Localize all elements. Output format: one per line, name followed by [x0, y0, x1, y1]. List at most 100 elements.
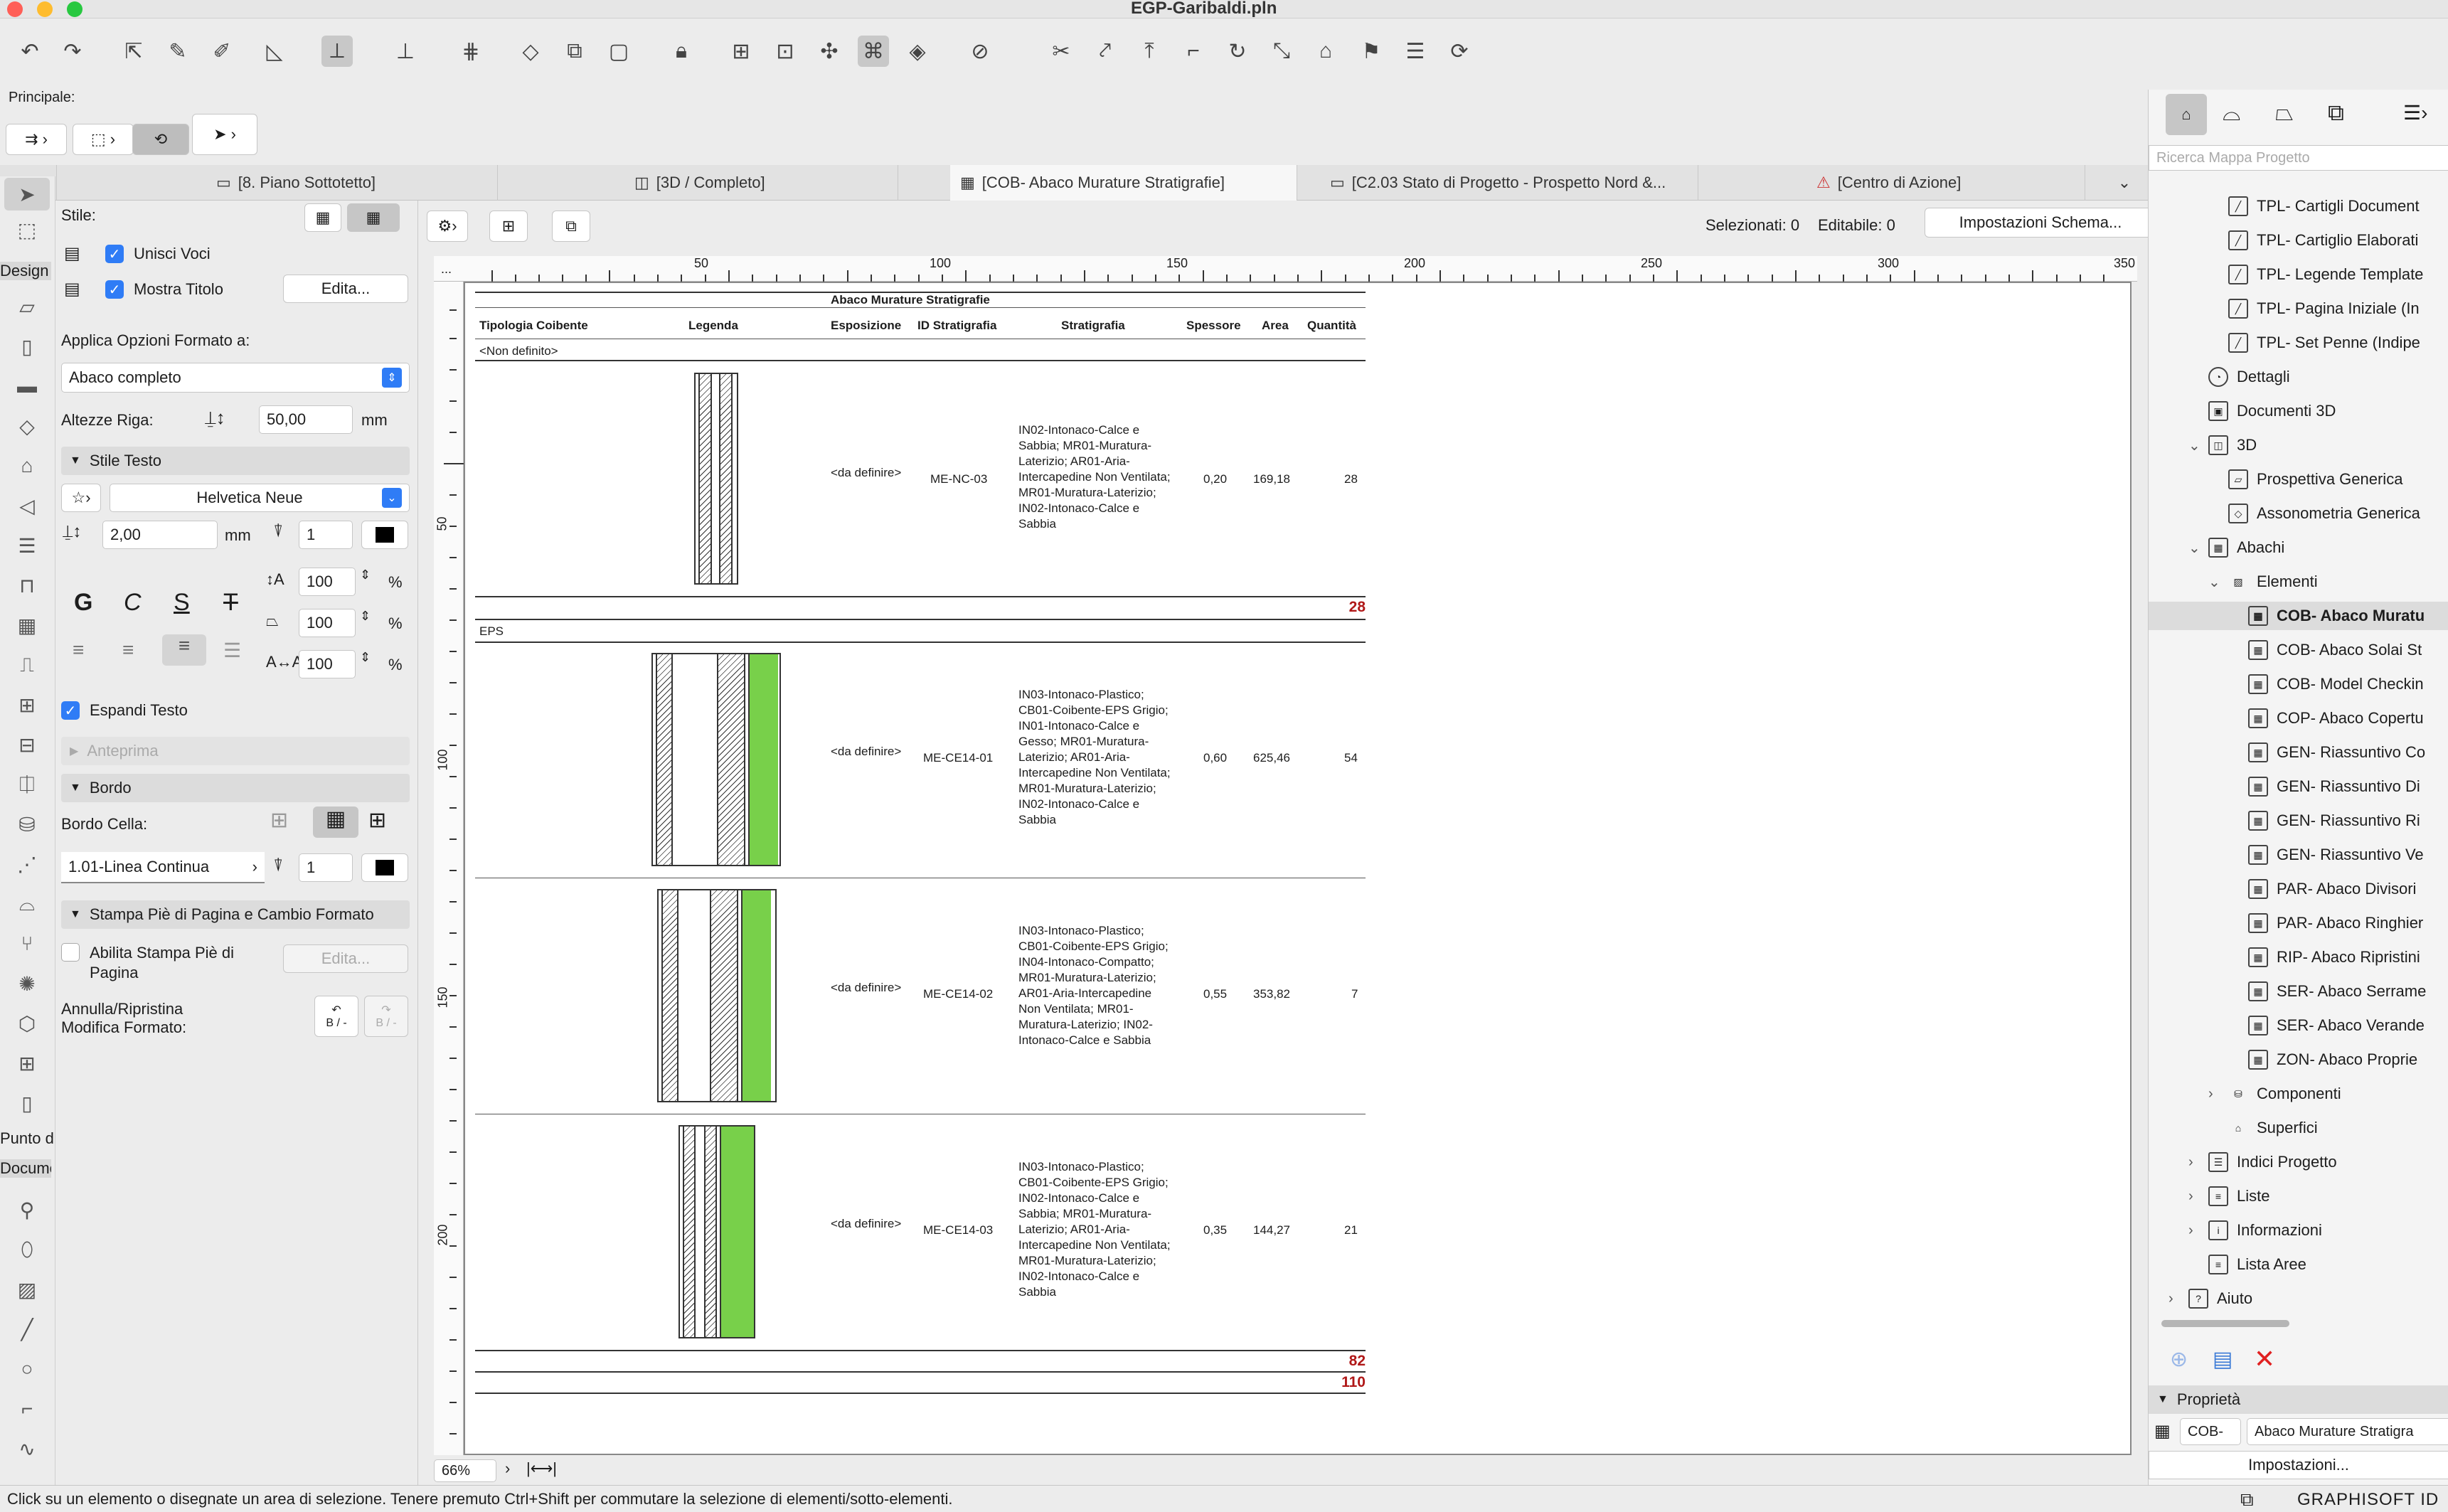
tree-folder[interactable]: › ⛁ Componenti [2208, 1080, 2341, 1108]
table-cell[interactable]: IN02-Intonaco-Calce e Sabbia; MR01-Murat… [1018, 422, 1175, 532]
guide-line-icon[interactable]: ◺ [259, 36, 290, 67]
chair-tool-icon[interactable]: ⑂ [4, 927, 50, 960]
table-cell[interactable]: 21 [1344, 1223, 1358, 1237]
table-cell[interactable]: 169,18 [1253, 472, 1290, 486]
rotate-icon[interactable]: ↻ [1222, 36, 1253, 67]
unisci-voci-checkbox[interactable]: ✓ [105, 245, 124, 263]
minimize-window-button[interactable] [37, 1, 53, 17]
zoom-window-button[interactable] [67, 1, 83, 17]
scissors-icon[interactable]: ✂ [1045, 36, 1077, 67]
table-cell[interactable]: 625,46 [1253, 751, 1290, 765]
layout-book-icon[interactable]: ⏢ [2275, 100, 2294, 127]
view-map-icon[interactable]: ⌓ [2223, 100, 2240, 127]
marquee-tool-icon[interactable]: ⬚ [4, 213, 50, 246]
skylight-tool-icon[interactable]: ⊟ [4, 728, 50, 761]
col-area[interactable]: Area [1262, 319, 1289, 333]
tab-overflow-menu[interactable]: ⌄ [2091, 165, 2148, 201]
stile-testo-section[interactable]: ▼ Stile Testo [61, 447, 410, 475]
arrow-tool-icon[interactable]: ➤ [4, 178, 50, 211]
tree-item[interactable]: ▦ PAR- Abaco Divisori [2248, 875, 2416, 903]
beam-tool-icon[interactable]: ▬ [4, 370, 50, 403]
anchor-icon[interactable]: ✣ [814, 36, 845, 67]
col-quantita[interactable]: Quantità [1307, 319, 1356, 333]
settings-list-icon[interactable]: ▤ [2213, 1347, 2233, 1372]
line-tool-icon[interactable]: ╱ [4, 1313, 50, 1346]
table-cell[interactable]: <da definire> [831, 980, 902, 996]
align-justify-icon[interactable]: ☰ [223, 639, 241, 662]
grid-snap-icon[interactable]: ⋕ [455, 36, 486, 67]
collaboration-icon[interactable]: ⟳ [1444, 36, 1475, 67]
favorite-style-icon[interactable]: ☆› [61, 484, 101, 512]
select-icon[interactable]: ▢ [603, 36, 634, 67]
table-cell[interactable]: <da definire> [831, 744, 902, 760]
slab-tool-icon[interactable]: ◇ [4, 410, 50, 442]
espandi-testo-checkbox[interactable]: ✓ [61, 701, 80, 720]
fill-tool-icon[interactable]: ⬯ [4, 1233, 50, 1266]
fit-width-icon[interactable]: |⟷| [526, 1459, 557, 1478]
align-center-icon[interactable]: ≡ [122, 639, 134, 661]
table-cell[interactable]: IN03-Intonaco-Plastico; CB01-Coibente-EP… [1018, 687, 1175, 828]
selection-method-dropdown[interactable]: ⇉ › [6, 124, 67, 155]
adjust-icon[interactable]: ⤤ [1090, 36, 1121, 67]
table-cell[interactable]: 54 [1344, 751, 1358, 765]
tree-item[interactable]: ▦ GEN- Riassuntivo Co [2248, 738, 2425, 767]
strikethrough-button[interactable]: T [223, 589, 238, 617]
door-tool-icon[interactable]: ⎍ [4, 649, 50, 681]
marquee-icon[interactable]: ⧉ [559, 36, 590, 67]
abilita-stampa-checkbox[interactable] [61, 943, 80, 962]
col-legenda[interactable]: Legenda [688, 319, 738, 333]
tree-item[interactable]: ▣ Documenti 3D [2208, 397, 2336, 425]
window-stack-icon[interactable]: ⧉ [2240, 1489, 2254, 1511]
tree-item-selected[interactable]: ▦ COB- Abaco Muratu [2149, 602, 2448, 630]
table-cell[interactable]: 0,35 [1203, 1223, 1227, 1237]
gravity-icon[interactable]: ⊥ [390, 36, 421, 67]
corner-icon[interactable]: ⌐ [1178, 36, 1209, 67]
add-row-icon[interactable]: ⊞ [489, 211, 528, 242]
tree-folder[interactable]: ⌄ ▦ Abachi [2188, 533, 2284, 562]
line-spacing-input[interactable]: 100 [299, 568, 356, 596]
tree-item[interactable]: ╱ TPL- Cartiglio Elaborati [2228, 226, 2418, 255]
underline-button[interactable]: S [174, 589, 190, 617]
tree-folder[interactable]: › ☰ Indici Progetto [2188, 1148, 2337, 1176]
table-cell[interactable]: <da definire> [831, 465, 902, 481]
altezze-input[interactable]: 50,00 [259, 405, 353, 434]
tree-item[interactable]: ▱ Prospettiva Generica [2228, 465, 2402, 494]
tree-folder[interactable]: › ≡ Liste [2188, 1182, 2269, 1210]
tab-centro-azione[interactable]: ⚠ [Centro di Azione] [1806, 165, 2085, 201]
column-tool-icon[interactable]: ▯ [4, 330, 50, 363]
anteprima-section[interactable]: ▶ Anteprima [61, 737, 410, 765]
table-cell[interactable]: ME-CE14-01 [923, 751, 993, 765]
publisher-icon[interactable]: ⧉ [2328, 100, 2344, 127]
table-cell[interactable]: <da definire> [831, 1216, 902, 1232]
border-all-icon[interactable]: ⊞ [368, 808, 386, 833]
col-tipologia[interactable]: Tipologia Coibente [479, 319, 588, 333]
eyedropper-icon[interactable]: ✎ [162, 36, 193, 67]
tree-item[interactable]: ╱ TPL- Set Penne (Indipe [2228, 329, 2420, 357]
font-select[interactable]: Helvetica Neue ⌄ [110, 484, 410, 512]
pointer-tool-icon[interactable]: ⇱ [118, 36, 149, 67]
applica-select[interactable]: Abaco completo ⇕ [61, 363, 410, 393]
table-cell[interactable]: ME-NC-03 [930, 472, 987, 486]
tree-item[interactable]: ▦ GEN- Riassuntivo Di [2248, 772, 2420, 801]
window-tool-icon[interactable]: ⊞ [4, 688, 50, 721]
shell-tool-icon[interactable]: ◁ [4, 489, 50, 522]
flag-list-icon[interactable]: ☰ [1400, 36, 1431, 67]
table-cell[interactable]: 144,27 [1253, 1223, 1290, 1237]
group-icon[interactable]: ⊞ [725, 36, 757, 67]
syringe-icon[interactable]: ✐ [206, 36, 238, 67]
curtain-wall-tool-icon[interactable]: ▦ [4, 609, 50, 641]
font-size-input[interactable]: 2,00 [102, 521, 218, 549]
merge-rows-icon[interactable]: ⧉ [552, 211, 590, 242]
panel-menu-icon[interactable]: ☰› [2403, 101, 2427, 124]
layer-icon[interactable]: ◇ [515, 36, 546, 67]
proprieta-section[interactable]: ▼ Proprietà [2149, 1385, 2448, 1414]
edita-disabled-button[interactable]: Edita... [283, 944, 408, 973]
stampa-section[interactable]: ▼ Stampa Piè di Pagina e Cambio Formato [61, 900, 410, 929]
bold-button[interactable]: G [74, 589, 92, 617]
impostazioni-button[interactable]: Impostazioni... [2149, 1451, 2448, 1479]
table-cell[interactable]: 0,60 [1203, 751, 1227, 765]
mesh-tool-icon[interactable]: ⋰ [4, 848, 50, 880]
zone-tool-icon[interactable]: ⌓ [4, 888, 50, 920]
tree-item[interactable]: ╱ TPL- Pagina Iniziale (In [2228, 294, 2420, 323]
flag-icon[interactable]: ⚑ [1356, 36, 1387, 67]
